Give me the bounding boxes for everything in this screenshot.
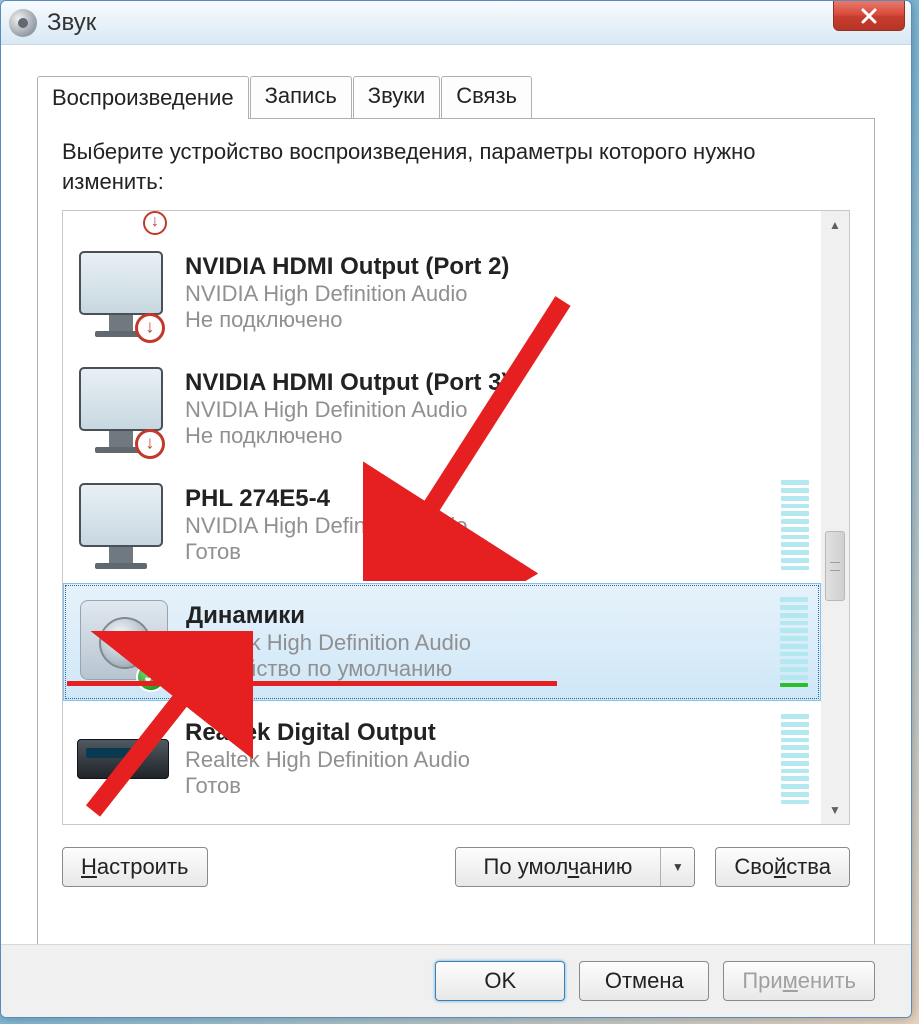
sound-dialog: Звук Воспроизведение Запись Звуки Связь …	[0, 0, 912, 1018]
sound-icon	[9, 9, 37, 37]
cancel-button[interactable]: Отмена	[579, 961, 709, 1001]
device-name: Realtek Digital Output	[185, 719, 773, 747]
close-button[interactable]	[833, 1, 905, 31]
annotation-underline	[67, 681, 557, 686]
tab-playback[interactable]: Воспроизведение	[37, 76, 249, 119]
device-status: Не подключено	[185, 307, 809, 333]
device-item[interactable]: PHL 274E5-4NVIDIA High Definition AudioГ…	[63, 467, 821, 583]
device-driver: NVIDIA High Definition Audio	[185, 281, 809, 307]
window-title: Звук	[47, 9, 96, 37]
tab-strip: Воспроизведение Запись Звуки Связь	[37, 76, 875, 119]
close-icon	[860, 7, 878, 25]
device-status: Готов	[185, 539, 773, 565]
device-driver: NVIDIA High Definition Audio	[185, 397, 809, 423]
monitor-icon	[73, 361, 173, 457]
tab-recording[interactable]: Запись	[250, 76, 352, 119]
device-item[interactable]: NVIDIA HDMI Output (Port 3)NVIDIA High D…	[63, 351, 821, 467]
monitor-icon	[73, 245, 173, 341]
device-item[interactable]: Realtek Digital OutputRealtek High Defin…	[63, 701, 821, 817]
configure-button[interactable]: Настроить	[62, 847, 208, 887]
chevron-down-icon[interactable]: ▼	[660, 848, 694, 886]
device-driver: Realtek High Definition Audio	[185, 747, 773, 773]
digital-icon	[73, 711, 173, 807]
set-default-dropdown[interactable]: По умолчанию ▼	[455, 847, 696, 887]
content-area: Воспроизведение Запись Звуки Связь Выбер…	[1, 45, 911, 964]
scroll-up-button[interactable]: ▲	[821, 211, 849, 239]
device-item[interactable]: NVIDIA HDMI Output (Port 2)NVIDIA High D…	[63, 235, 821, 351]
tab-panel-playback: Выберите устройство воспроизведения, пар…	[37, 118, 875, 948]
device-status: Устройство по умолчанию	[186, 656, 772, 682]
device-list: NVIDIA HDMI Output (Port 2)NVIDIA High D…	[63, 211, 821, 824]
scroll-down-button[interactable]: ▼	[821, 796, 849, 824]
device-name: NVIDIA HDMI Output (Port 2)	[185, 253, 809, 281]
panel-button-row: Настроить По умолчанию ▼ Свойства	[62, 847, 850, 887]
scroll-thumb[interactable]	[825, 531, 845, 601]
default-badge-icon: ✓	[136, 662, 166, 692]
apply-button[interactable]: Применить	[723, 961, 875, 1001]
disconnected-badge-icon	[143, 211, 167, 235]
prev-device-stub	[63, 211, 821, 235]
device-name: Динамики	[186, 602, 772, 630]
level-meter	[781, 480, 809, 570]
device-status: Готов	[185, 773, 773, 799]
tab-sounds[interactable]: Звуки	[353, 76, 440, 119]
device-driver: NVIDIA High Definition Audio	[185, 513, 773, 539]
disconnected-badge-icon	[135, 429, 165, 459]
device-name: NVIDIA HDMI Output (Port 3)	[185, 369, 809, 397]
disconnected-badge-icon	[135, 313, 165, 343]
dialog-button-row: OK Отмена Применить	[1, 944, 911, 1017]
ok-button[interactable]: OK	[435, 961, 565, 1001]
level-meter	[781, 714, 809, 804]
device-listbox[interactable]: NVIDIA HDMI Output (Port 2)NVIDIA High D…	[62, 210, 850, 825]
device-driver: Realtek High Definition Audio	[186, 630, 772, 656]
tab-comm[interactable]: Связь	[441, 76, 532, 119]
properties-button[interactable]: Свойства	[715, 847, 850, 887]
instruction-text: Выберите устройство воспроизведения, пар…	[62, 137, 850, 196]
device-name: PHL 274E5-4	[185, 485, 773, 513]
titlebar[interactable]: Звук	[1, 1, 911, 45]
speaker-icon: ✓	[74, 594, 174, 690]
monitor-icon	[73, 477, 173, 573]
level-meter	[780, 597, 808, 687]
device-status: Не подключено	[185, 423, 809, 449]
scrollbar[interactable]: ▲ ▼	[821, 211, 849, 824]
